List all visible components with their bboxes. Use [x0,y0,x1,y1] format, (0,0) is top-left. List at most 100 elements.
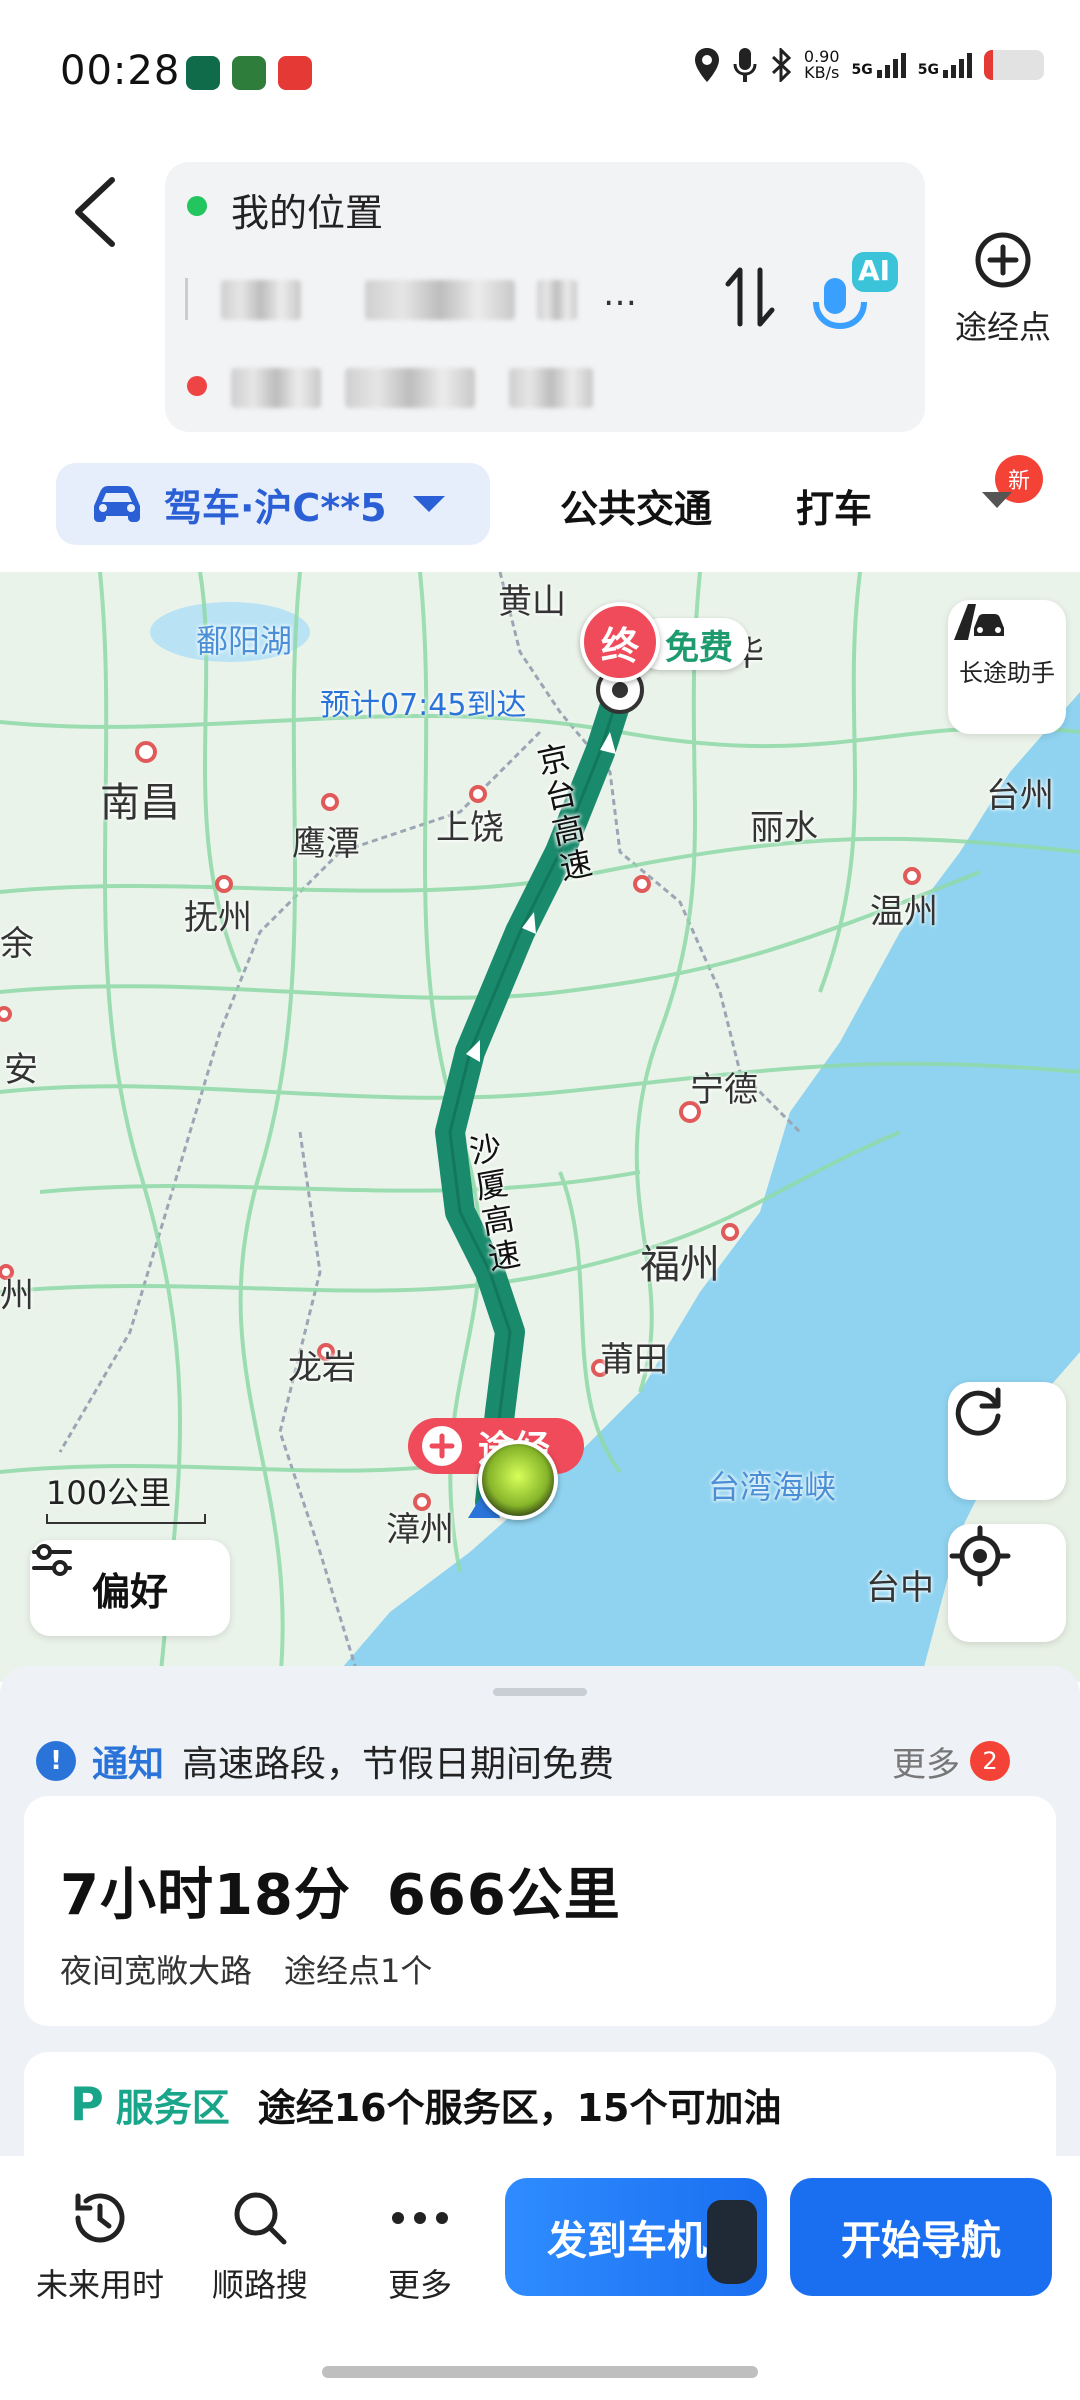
obscured-text [345,368,475,408]
obscured-text [509,368,593,408]
city-label: 漳州 [386,1510,454,1550]
plus-icon [422,1426,462,1466]
signal-2: 5G [918,52,972,78]
middle-location-field[interactable]: … [185,270,705,326]
city-label: 台湾海峡 [708,1468,837,1506]
drive-label: 驾车·沪C**5 [164,485,387,530]
more-dots-icon [392,2212,448,2224]
city-label: 鄱阳湖 [196,622,293,660]
tab-taxi[interactable]: 打车 [796,478,872,533]
scale-bar [46,1514,206,1524]
send-to-car-button[interactable]: 发到车机 [505,2178,767,2296]
route-waypoint-count: 途经点1个 [284,1952,433,1990]
origin-dot [187,196,207,216]
info-icon: ! [36,1741,76,1781]
long-trip-assistant-button[interactable]: 长途助手 [948,600,1066,734]
scale-label: 100公里 [46,1474,172,1512]
notice-bar[interactable]: ! 通知 高速路段，节假日期间免费 更多 2 [36,1724,1046,1798]
notice-text: 高速路段，节假日期间免费 [182,1744,615,1785]
notice-more-button[interactable]: 更多 2 [892,1737,1010,1786]
notice-title: 通知 [92,1744,165,1785]
destination-dot [187,376,207,396]
city-label: 台州 [986,776,1054,816]
mic-icon [733,48,757,82]
app-notification-icon [232,56,266,90]
app-notification-icon [278,56,312,90]
sliders-icon [32,1544,72,1576]
future-time-label: 未来用时 [35,2266,164,2304]
origin-field[interactable]: 我的位置 [231,182,383,237]
more-label: 更多 [892,1744,960,1785]
long-trip-label: 长途助手 [959,658,1055,687]
highway-car-icon [954,604,1004,640]
ai-label: AI [858,254,891,287]
city-label: 莆田 [600,1340,668,1380]
city-label: 抚州 [184,898,252,938]
swap-vertical-icon [725,267,775,327]
refresh-route-button[interactable] [948,1382,1066,1500]
search-along-route-button[interactable]: 顺路搜 [180,2182,340,2306]
city-label: 宁德 [690,1070,758,1110]
service-title: 服务区 [115,2085,230,2130]
preference-button[interactable]: 偏好 [30,1540,230,1636]
obscured-text [221,280,301,320]
send-to-car-label: 发到车机 [547,2218,707,2264]
preference-label: 偏好 [91,1569,168,1614]
service-text: 途经16个服务区，15个可加油 [257,2085,782,2130]
city-label: 龙岩 [288,1348,356,1388]
back-button[interactable] [68,172,128,252]
route-bottom-sheet: ! 通知 高速路段，节假日期间免费 更多 2 7小时18分 666公里 夜间宽敞大… [0,1666,1080,2156]
map-view[interactable]: 黄山 鄱阳湖 南昌 鹰潭 上饶 丽水 台州 抚州 温州 余 安 宁德 福州 州 … [0,572,1080,1682]
destination-field[interactable] [225,358,645,414]
route-tag: 夜间宽敞大路 [60,1952,253,1990]
search-along-label: 顺路搜 [211,2266,308,2304]
app-notification-icon [186,56,220,90]
car-device-icon [707,2200,757,2284]
plus-circle-icon [975,232,1031,288]
refresh-icon [955,1387,1001,1436]
home-indicator[interactable] [322,2366,758,2378]
eta-label: 预计07:45到达 [320,688,527,723]
route-distance: 666公里 [386,1863,621,1928]
battery-icon [984,50,1044,80]
city-label: 温州 [870,892,938,932]
bottom-action-bar: 未来用时 顺路搜 更多 发到车机 开始导航 [0,2156,1080,2400]
add-waypoint-button[interactable]: 途经点 [938,230,1068,370]
service-area-card[interactable]: P 服务区 途经16个服务区，15个可加油 [24,2052,1056,2156]
locate-icon [949,1525,1011,1587]
location-icon [694,48,719,82]
city-label: 台中 [866,1568,934,1608]
more-label: 更多 [387,2266,452,2304]
signal-1: 5G [852,52,906,78]
status-time: 00:28 [60,48,181,94]
route-summary-card[interactable]: 7小时18分 666公里 夜间宽敞大路 途经点1个 [24,1796,1056,2026]
locate-me-button[interactable] [948,1524,1066,1642]
search-icon [234,2192,287,2245]
signal-bars-icon [876,52,906,78]
city-label: 南昌 [100,780,180,826]
destination-marker[interactable]: 终 [580,602,660,682]
city-label: 安 [4,1050,38,1090]
map-scale: 100公里 [46,1468,206,1524]
sheet-grabber[interactable] [493,1688,587,1696]
notice-count-badge: 2 [970,1741,1010,1781]
tab-transit[interactable]: 公共交通 [560,478,712,533]
obscured-text [537,280,577,320]
more-modes-dropdown-icon[interactable] [982,492,1012,508]
swap-button[interactable] [720,262,780,332]
waypoint-label: 途经点 [954,308,1051,346]
start-navigation-button[interactable]: 开始导航 [790,2178,1052,2296]
future-time-button[interactable]: 未来用时 [20,2182,180,2306]
ai-voice-button[interactable]: AI [810,250,900,340]
car-location-icon [478,1440,558,1520]
route-duration: 7小时18分 [60,1863,351,1928]
obscured-suffix: … [603,274,637,314]
status-bar: 00:28 0.90 KB/s 5G 5G [0,0,1080,140]
obscured-text [231,368,321,408]
tab-drive[interactable]: 驾车·沪C**5 [56,463,490,545]
chevron-left-icon [75,177,115,247]
more-button[interactable]: 更多 [340,2182,500,2306]
city-label: 州 [0,1276,34,1316]
chevron-down-icon [412,496,445,512]
city-label: 上饶 [436,808,504,848]
